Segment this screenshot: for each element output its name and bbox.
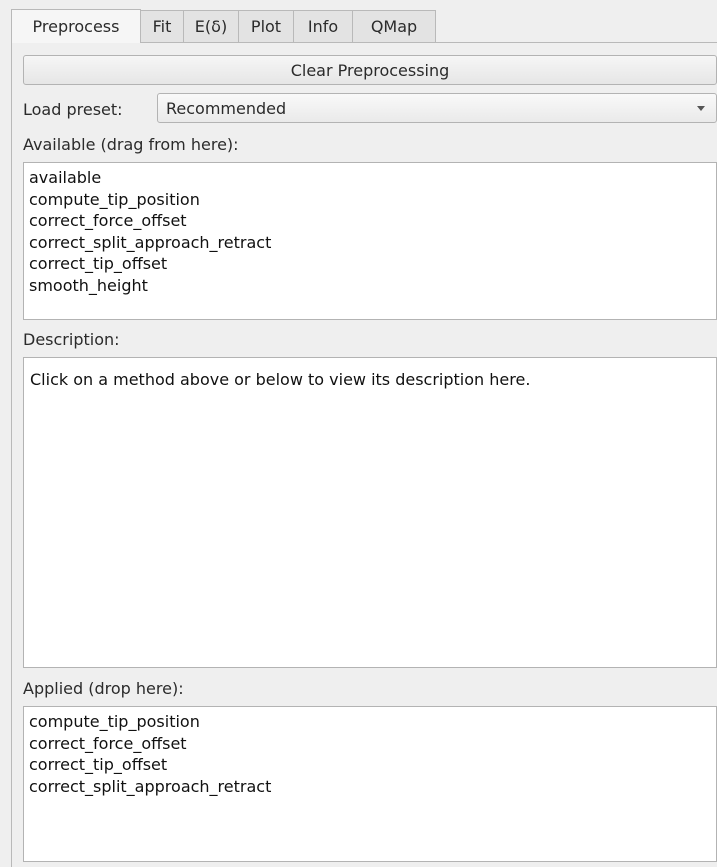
tab-plot[interactable]: Plot <box>239 10 294 42</box>
clear-preprocessing-button[interactable]: Clear Preprocessing <box>23 55 717 85</box>
list-item[interactable]: correct_force_offset <box>29 210 711 232</box>
tab-bar: Preprocess Fit E(δ) Plot Info QMap <box>11 9 436 43</box>
list-item[interactable]: compute_tip_position <box>29 189 711 211</box>
list-item[interactable]: compute_tip_position <box>29 711 711 733</box>
description-label: Description: <box>23 330 120 349</box>
list-item[interactable]: smooth_height <box>29 275 711 297</box>
description-text: Click on a method above or below to view… <box>30 370 531 389</box>
tab-fit[interactable]: Fit <box>141 10 184 42</box>
available-label: Available (drag from here): <box>23 135 239 154</box>
tab-qmap[interactable]: QMap <box>353 10 436 42</box>
preset-selected-value: Recommended <box>166 98 287 118</box>
preset-dropdown[interactable]: Recommended <box>157 93 717 123</box>
description-box[interactable]: Click on a method above or below to view… <box>23 357 717 668</box>
list-item[interactable]: correct_split_approach_retract <box>29 776 711 798</box>
applied-label: Applied (drop here): <box>23 679 184 698</box>
tab-e-delta[interactable]: E(δ) <box>184 10 239 42</box>
chevron-down-icon <box>697 106 705 111</box>
applied-list[interactable]: compute_tip_position correct_force_offse… <box>23 706 717 862</box>
available-list[interactable]: available compute_tip_position correct_f… <box>23 162 717 320</box>
list-item[interactable]: correct_tip_offset <box>29 253 711 275</box>
list-item[interactable]: correct_split_approach_retract <box>29 232 711 254</box>
preprocess-panel: Clear Preprocessing Load preset: Recomme… <box>11 42 717 867</box>
tab-info[interactable]: Info <box>294 10 353 42</box>
list-item[interactable]: available <box>29 167 711 189</box>
tab-preprocess[interactable]: Preprocess <box>11 9 141 43</box>
load-preset-label: Load preset: <box>23 100 123 119</box>
list-item[interactable]: correct_force_offset <box>29 733 711 755</box>
list-item[interactable]: correct_tip_offset <box>29 754 711 776</box>
